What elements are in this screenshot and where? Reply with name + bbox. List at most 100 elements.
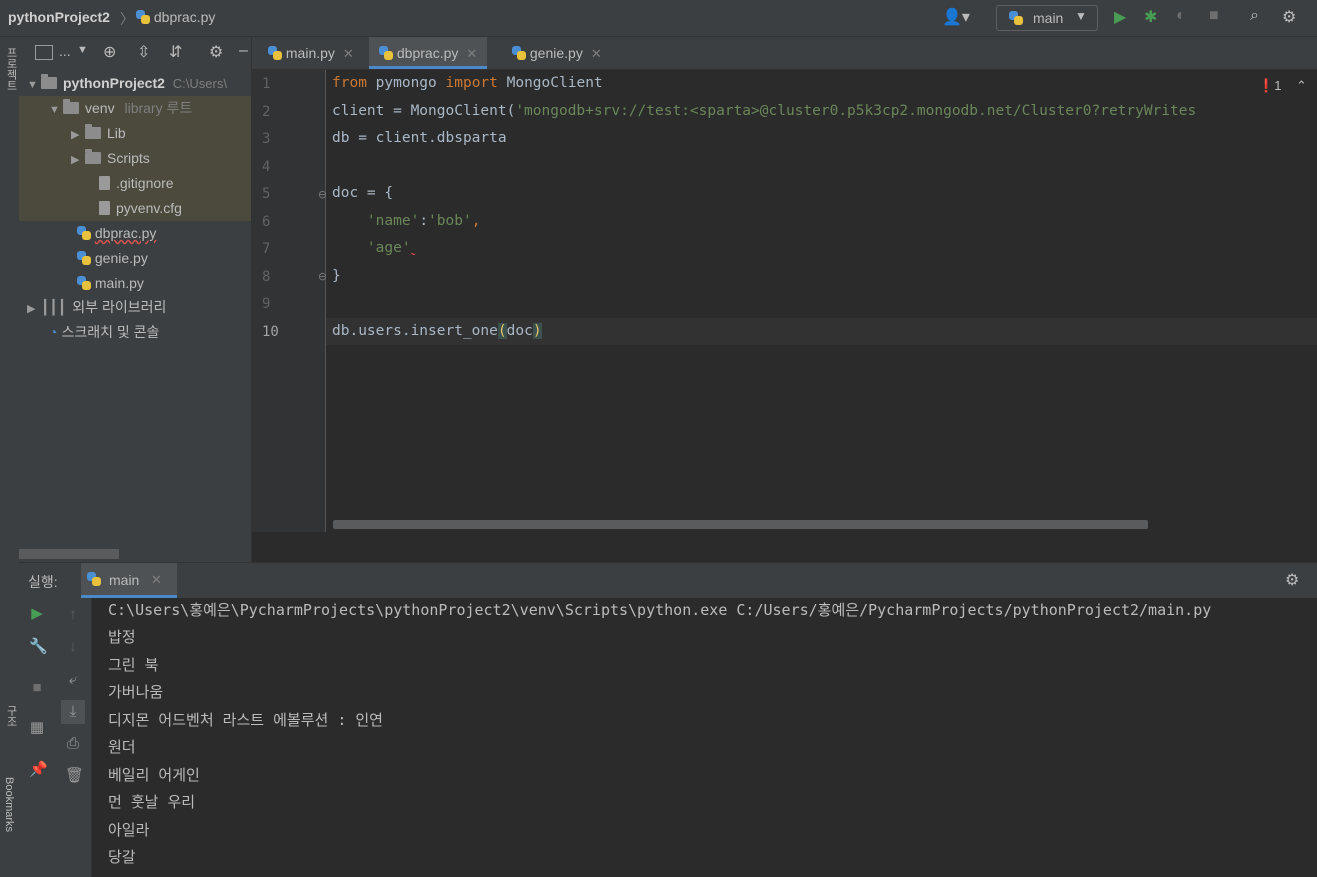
code-editor[interactable]: from pymongo import MongoClient client =… [326, 70, 1317, 532]
console-line: 원더 [108, 738, 136, 756]
python-file-icon [77, 276, 91, 290]
lib-label: Lib [107, 125, 126, 141]
print-icon[interactable]: ⎙ [65, 736, 81, 752]
breadcrumb-project[interactable]: pythonProject2 [8, 9, 110, 25]
pin-icon[interactable]: 📌 [29, 762, 48, 778]
code-line-10: db.users.insert_one(doc) [332, 318, 542, 345]
tree-item-venv[interactable]: ▼ venv library 루트 [19, 96, 251, 121]
tree-item-external-libraries[interactable]: ▶ ┃┃┃ 외부 라이브러리 [19, 295, 251, 320]
structure-tool-tab[interactable]: 구조 [3, 705, 19, 727]
stop-icon[interactable]: ■ [29, 680, 45, 696]
library-icon: ┃┃┃ [41, 299, 67, 315]
arrow-up-icon[interactable]: ↑ [65, 607, 81, 623]
stop-icon[interactable]: ■ [1209, 7, 1219, 25]
editor-horizontal-scrollbar[interactable] [333, 520, 1148, 529]
scroll-to-end-icon[interactable]: ⤓ [61, 700, 85, 724]
tab-main[interactable]: main.py ✕ [258, 37, 364, 69]
rerun-icon[interactable]: ▶ [29, 606, 45, 622]
tree-item-gitignore[interactable]: .gitignore [19, 171, 251, 196]
scripts-label: Scripts [107, 150, 150, 166]
console-line: 아일라 [108, 821, 150, 839]
run-tab-main[interactable]: main ✕ [81, 563, 177, 598]
code-token: MongoClient [497, 75, 603, 91]
run-toolbar-secondary: ↑ ↓ ⤶ ⤓ ⎙ 🗑 [55, 598, 92, 877]
expand-all-icon[interactable]: ⇳ [137, 42, 150, 62]
ignore-file-icon [99, 176, 110, 190]
trash-icon[interactable]: 🗑 [65, 768, 84, 784]
gear-icon[interactable]: ⚙ [1282, 7, 1296, 27]
tree-item-main[interactable]: main.py [19, 271, 251, 296]
run-config-select[interactable]: main ▼ [996, 5, 1098, 31]
chevron-down-icon: ▼ [1075, 9, 1087, 23]
project-view-label[interactable]: ... [59, 43, 71, 59]
locate-icon[interactable]: ⊕ [103, 42, 116, 62]
tree-item-lib[interactable]: ▶ Lib [19, 121, 251, 146]
root-name: pythonProject2 [63, 75, 165, 91]
code-token: : [419, 213, 429, 229]
tab-dbprac[interactable]: dbprac.py ✕ [369, 37, 488, 69]
root-path: C:\Users\ [172, 76, 227, 91]
console-line: 먼 훗날 우리 [108, 793, 196, 811]
code-token: db.users.insert_one [332, 323, 498, 339]
project-scrollbar[interactable] [19, 549, 119, 559]
project-tool-tab[interactable]: 프로젝트 [3, 47, 19, 91]
tree-root[interactable]: ▼ pythonProject2 C:\Users\ [19, 71, 259, 96]
gear-icon[interactable]: ⚙ [209, 42, 223, 62]
tree-item-scratches[interactable]: ◔ 스크래치 및 콘솔 [19, 320, 251, 345]
pyvenv-label: pyvenv.cfg [116, 200, 182, 216]
folder-icon [85, 149, 101, 164]
tree-item-genie[interactable]: genie.py [19, 246, 251, 271]
layout-icon[interactable]: ▦ [29, 720, 45, 736]
keyword-token: from [332, 75, 367, 91]
collapse-all-icon[interactable]: ⇵ [169, 42, 182, 62]
code-token: pymongo [366, 75, 446, 91]
editor-gutter: 1 2 3 4 5 6 7 8 9 10 ⊖ ⊖ [252, 70, 327, 532]
project-view-icon[interactable] [35, 45, 53, 60]
line-number: 2 [262, 104, 271, 120]
tree-item-scripts[interactable]: ▶ Scripts [19, 146, 251, 171]
tree-item-pyvenv[interactable]: pyvenv.cfg [19, 196, 251, 221]
run-config-label: main [1033, 10, 1064, 26]
config-file-icon [99, 201, 110, 215]
chevron-down-icon[interactable]: ▼ [77, 44, 88, 56]
line-number: 5 [262, 186, 271, 202]
tab-genie[interactable]: genie.py ✕ [502, 37, 612, 69]
search-icon[interactable]: ⌕ [1250, 7, 1259, 25]
genie-label: genie.py [94, 250, 148, 266]
error-indicator[interactable]: ❗1 [1258, 78, 1281, 94]
close-icon[interactable]: ✕ [466, 46, 477, 61]
line-number: 3 [262, 131, 271, 147]
python-file-icon [136, 10, 150, 24]
gear-icon[interactable]: ⚙ [1285, 570, 1299, 590]
close-icon[interactable]: ✕ [151, 572, 162, 588]
hide-icon[interactable]: – [239, 42, 248, 60]
coverage-icon[interactable]: ◐ [1176, 7, 1186, 25]
line-number: 1 [262, 76, 271, 92]
chevron-down-icon: ▼ [27, 79, 38, 91]
run-icon[interactable]: ▶ [1114, 7, 1126, 27]
wrench-icon[interactable]: 🔧 [29, 639, 48, 655]
console-line: 가버나움 [108, 683, 164, 701]
project-panel: ... ▼ ⊕ ⇳ ⇵ ⚙ – ▼ pythonProject2 C:\Users… [19, 37, 252, 562]
breadcrumb-file-label: dbprac.py [153, 9, 216, 25]
console-line: C:\Users\홍예은\PycharmProjects\pythonProje… [108, 601, 1212, 619]
close-icon[interactable]: ✕ [343, 46, 354, 61]
arrow-down-icon[interactable]: ↓ [65, 639, 81, 655]
chevron-up-icon[interactable]: ⌃ [1296, 78, 1307, 94]
soft-wrap-icon[interactable]: ⤶ [65, 672, 81, 688]
console-line: 베일리 어게인 [108, 766, 200, 784]
debug-icon[interactable]: ✱ [1144, 7, 1157, 27]
tab-dbprac-label: dbprac.py [396, 45, 459, 61]
keyword-token: import [445, 75, 498, 91]
bookmarks-tool-tab[interactable]: Bookmarks [3, 777, 15, 832]
title-bar: pythonProject2 〉 dbprac.py 👤▾ main ▼ ▶ ✱… [0, 0, 1317, 37]
close-icon[interactable]: ✕ [591, 46, 602, 61]
error-count: 1 [1274, 78, 1282, 93]
python-file-icon [77, 251, 91, 265]
breadcrumb-file[interactable]: dbprac.py [136, 9, 215, 25]
code-token: client = MongoClient( [332, 103, 516, 119]
folder-icon [85, 124, 101, 139]
user-icon[interactable]: 👤▾ [942, 7, 970, 27]
tree-item-dbprac[interactable]: dbprac.py [19, 221, 251, 246]
code-line-8: } [332, 268, 341, 284]
